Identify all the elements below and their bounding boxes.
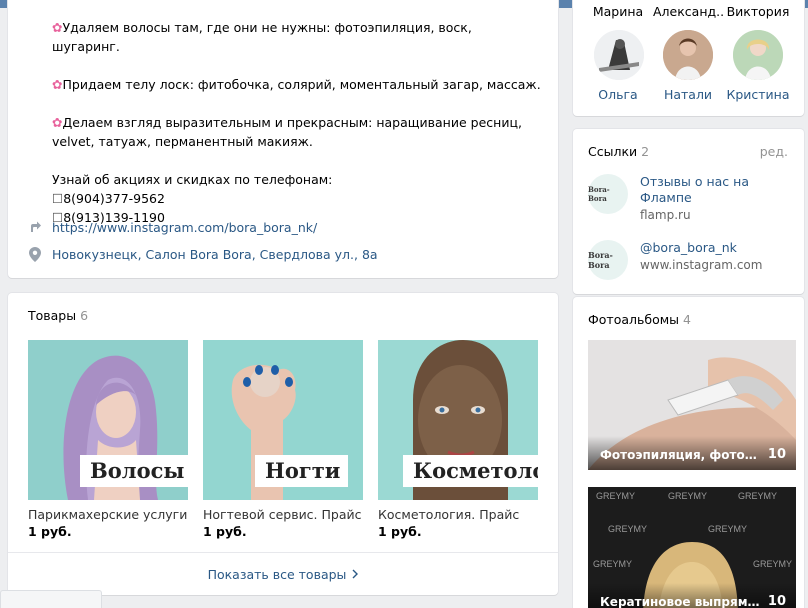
svg-text:GREYMY: GREYMY	[596, 491, 635, 501]
description-line: ✿Придаем телу лоск: фитобочка, солярий, …	[52, 77, 541, 92]
product-label: Косметология	[403, 455, 538, 487]
product-label: Ногти	[255, 455, 349, 487]
community-description: ✿Удаляем волосы там, где они не нужны: ф…	[52, 18, 542, 227]
bottom-scroll-tab[interactable]	[0, 590, 102, 608]
community-info-card: ✿Удаляем волосы там, где они не нужны: ф…	[8, 0, 558, 278]
member-name[interactable]: Александ...	[653, 4, 723, 19]
avatar[interactable]	[733, 30, 783, 80]
product-title[interactable]: Ногтевой сервис. Прайс	[203, 507, 363, 522]
member-name[interactable]: Виктория	[723, 4, 793, 19]
product-image[interactable]: Ногти	[203, 340, 363, 500]
album-caption: Кератиновое выпрямле... 10	[588, 583, 796, 608]
photo-albums-card: Фотоальбомы4 Фотоэпиляция, фотоомо... 10…	[573, 297, 804, 608]
album-title: Кератиновое выпрямле...	[600, 595, 760, 608]
album-item[interactable]: GREYMY GREYMY GREYMY GREYMY GREYMY GREYMY GR…	[588, 487, 796, 608]
product-item[interactable]: Волосы Парикмахерские услуги. ... 1 руб.	[28, 340, 188, 539]
member-name[interactable]: Марина	[583, 4, 653, 19]
product-price: 1 руб.	[378, 524, 422, 539]
member-name[interactable]: Натали	[653, 87, 723, 102]
description-line: ✿Удаляем волосы там, где они не нужны: ф…	[52, 20, 472, 54]
show-all-label: Показать все товары	[207, 566, 347, 582]
goods-title: Товары	[28, 308, 77, 323]
product-image[interactable]: Косметология	[378, 340, 538, 500]
phones-intro: Узнай об акциях и скидках по телефонам:	[52, 172, 333, 187]
flower-icon: ✿	[52, 20, 63, 35]
box-icon: ☐	[52, 191, 64, 206]
member-name[interactable]: Ольга	[583, 87, 653, 102]
link-logo[interactable]: Bora-Bora	[588, 174, 628, 214]
website-link[interactable]: https://www.instagram.com/bora_bora_nk/	[52, 220, 317, 235]
product-price: 1 руб.	[28, 524, 72, 539]
link-title[interactable]: @bora_bora_nk	[640, 240, 780, 256]
svg-text:GREYMY: GREYMY	[753, 559, 792, 569]
svg-text:GREYMY: GREYMY	[738, 491, 777, 501]
links-count: 2	[641, 144, 650, 159]
album-count: 10	[767, 447, 786, 462]
svg-text:GREYMY: GREYMY	[608, 524, 647, 534]
arrow-link-icon	[28, 219, 42, 235]
albums-count: 4	[683, 312, 691, 327]
goods-header[interactable]: Товары 6	[28, 308, 88, 323]
flower-icon: ✿	[52, 115, 63, 130]
product-image[interactable]: Волосы	[28, 340, 188, 500]
flower-icon: ✿	[52, 77, 63, 92]
svg-text:GREYMY: GREYMY	[593, 559, 632, 569]
albums-title: Фотоальбомы	[588, 312, 680, 327]
goods-count: 6	[80, 308, 89, 323]
link-title[interactable]: Отзывы о нас на Флампе	[640, 174, 780, 206]
link-url: www.instagram.com	[640, 258, 763, 272]
link-item[interactable]: Bora-Bora Отзывы о нас на Флампе flamp.r…	[588, 174, 780, 222]
location-pin-icon	[28, 246, 42, 262]
album-caption: Фотоэпиляция, фотоомо... 10	[588, 436, 796, 470]
link-item[interactable]: Bora-Bora @bora_bora_nk www.instagram.co…	[588, 240, 780, 280]
member-name[interactable]: Кристина	[723, 87, 793, 102]
avatar[interactable]	[594, 30, 644, 80]
edit-links-button[interactable]: ред.	[760, 144, 788, 159]
phone-line: ☐8(904)377-9562	[52, 191, 165, 206]
album-title: Фотоэпиляция, фотоомо...	[600, 448, 760, 462]
chevron-right-icon	[352, 567, 359, 582]
show-all-goods-button[interactable]: Показать все товары	[8, 552, 558, 595]
link-url: flamp.ru	[640, 208, 691, 222]
album-item[interactable]: Фотоэпиляция, фотоомо... 10	[588, 340, 796, 470]
product-label: Волосы	[80, 455, 188, 487]
product-title[interactable]: Парикмахерские услуги. ...	[28, 507, 188, 522]
album-count: 10	[767, 594, 786, 608]
svg-text:GREYMY: GREYMY	[708, 524, 747, 534]
svg-text:GREYMY: GREYMY	[668, 491, 707, 501]
address-link[interactable]: Новокузнецк, Салон Bora Bora, Свердлова …	[52, 247, 378, 262]
product-price: 1 руб.	[203, 524, 247, 539]
description-line: ✿Делаем взгляд выразительным и прекрасны…	[52, 115, 522, 149]
goods-card: Товары6 Волосы Парикмахерские услуги. ..…	[8, 293, 558, 595]
avatar[interactable]	[663, 30, 713, 80]
links-header[interactable]: Ссылки 2	[588, 144, 649, 159]
link-logo[interactable]: Bora-Bora	[588, 240, 628, 280]
product-item[interactable]: Ногти Ногтевой сервис. Прайс 1 руб.	[203, 340, 363, 539]
links-card: Ссылки 2 ред. Bora-Bora Отзывы о нас на Ф…	[573, 129, 804, 294]
albums-header[interactable]: Фотоальбомы 4	[588, 312, 691, 327]
website-row: https://www.instagram.com/bora_bora_nk/	[28, 218, 317, 236]
address-row: Новокузнецк, Салон Bora Bora, Свердлова …	[28, 245, 378, 263]
members-card: Марина Александ... Виктория Ольга Натали…	[573, 0, 804, 116]
links-title: Ссылки	[588, 144, 638, 159]
product-title[interactable]: Косметология. Прайс	[378, 507, 538, 522]
product-item[interactable]: Косметология Косметология. Прайс 1 руб.	[378, 340, 538, 539]
